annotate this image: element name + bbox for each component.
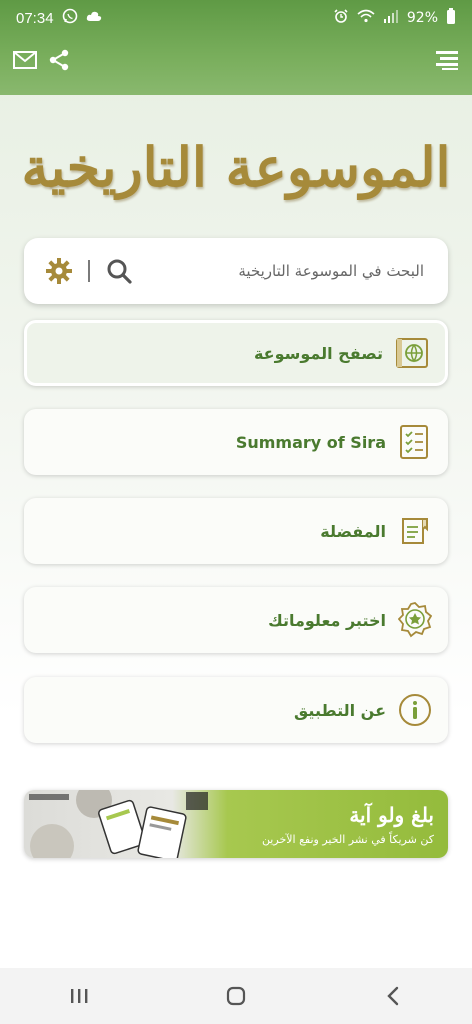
menu-item-label: تصفح الموسوعة xyxy=(253,343,383,363)
wifi-icon xyxy=(357,9,375,27)
search-divider xyxy=(88,260,90,282)
menu-item-label: اختبر معلوماتك xyxy=(268,610,386,630)
search-bar[interactable] xyxy=(24,238,448,304)
search-input[interactable] xyxy=(146,262,424,280)
checklist-icon xyxy=(396,423,434,461)
battery-icon xyxy=(446,8,456,28)
toolbar xyxy=(0,40,472,80)
banner-text: بلغ ولو آية كن شريكاً في نشر الخير ونفع … xyxy=(188,790,448,858)
system-nav-bar xyxy=(0,968,472,1024)
info-icon xyxy=(396,691,434,729)
menu-item-label: Summary of Sira xyxy=(235,432,386,452)
app-logo: الموسوعة التاريخية xyxy=(0,112,472,222)
menu-item-browse[interactable]: تصفح الموسوعة xyxy=(24,320,448,386)
gear-icon[interactable] xyxy=(44,256,74,286)
status-bar: 07:34 92% xyxy=(0,0,472,36)
banner-subtitle: كن شريكاً في نشر الخير ونفع الآخرين xyxy=(261,832,434,846)
status-time: 07:34 xyxy=(16,9,54,27)
menu-item-summary-of-sira[interactable]: Summary of Sira xyxy=(24,409,448,475)
promo-banner[interactable]: بلغ ولو آية كن شريكاً في نشر الخير ونفع … xyxy=(24,790,448,858)
share-icon[interactable] xyxy=(42,43,76,77)
menu-item-quiz[interactable]: اختبر معلوماتك xyxy=(24,587,448,653)
banner-title: بلغ ولو آية xyxy=(349,802,434,827)
menu-icon[interactable] xyxy=(430,43,464,77)
alarm-icon xyxy=(333,8,349,28)
cloud-icon xyxy=(86,10,102,26)
menu-item-label: عن التطبيق xyxy=(294,700,386,720)
app-header: 07:34 92% xyxy=(0,0,472,95)
logo-text: الموسوعة التاريخية xyxy=(21,135,451,199)
menu-item-label: المفضلة xyxy=(320,521,386,541)
search-icon[interactable] xyxy=(104,256,134,286)
mail-icon[interactable] xyxy=(8,43,42,77)
back-icon[interactable] xyxy=(363,976,423,1016)
whatsapp-icon xyxy=(62,8,78,28)
home-icon[interactable] xyxy=(206,976,266,1016)
globe-book-icon xyxy=(393,334,431,372)
bookmark-icon xyxy=(396,512,434,550)
battery-percent: 92% xyxy=(406,10,438,26)
menu-item-about[interactable]: عن التطبيق xyxy=(24,677,448,743)
badge-star-icon xyxy=(396,601,434,639)
recent-apps-icon[interactable] xyxy=(49,976,109,1016)
signal-icon xyxy=(383,9,399,27)
menu-item-favorites[interactable]: المفضلة xyxy=(24,498,448,564)
